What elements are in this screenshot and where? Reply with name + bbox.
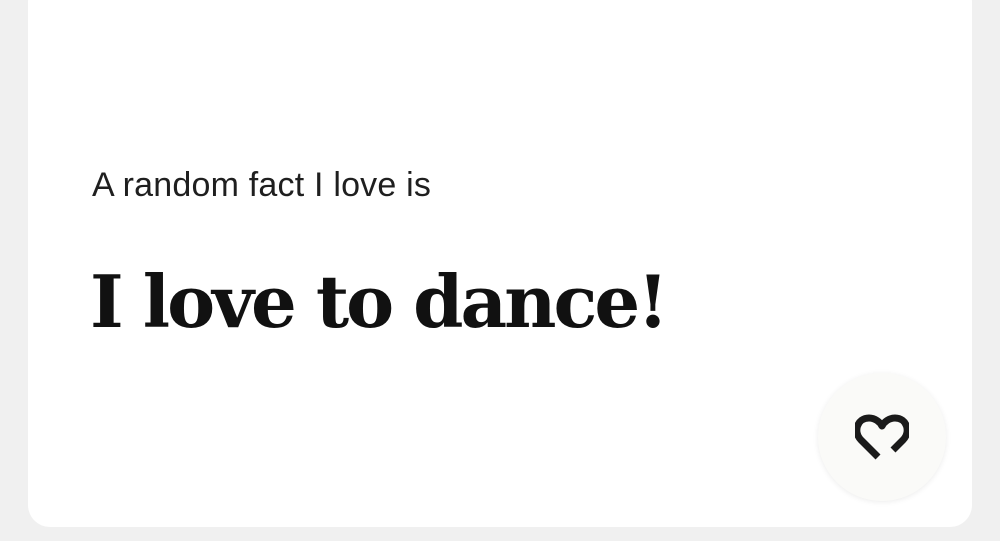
prompt-label: A random fact I love is (92, 166, 432, 204)
heart-icon (855, 413, 909, 461)
prompt-answer: I love to dance! (90, 259, 669, 344)
prompt-card: A random fact I love is I love to dance! (28, 0, 972, 527)
like-button[interactable] (818, 373, 946, 501)
